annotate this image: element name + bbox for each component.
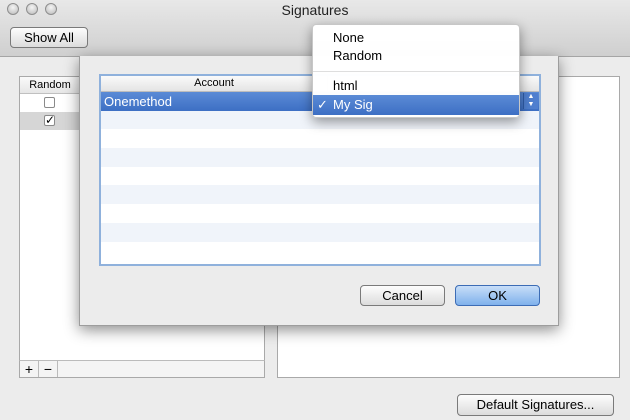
list-footer: + − (19, 360, 265, 378)
menu-item-my-sig[interactable]: ✓ My Sig (313, 95, 519, 115)
menu-separator (313, 71, 519, 72)
table-row (101, 148, 539, 167)
signature-popup-menu: None Random html ✓ My Sig (312, 24, 520, 118)
menu-item-none[interactable]: None (313, 29, 519, 47)
random-column-header: Random (20, 77, 81, 93)
default-signatures-button[interactable]: Default Signatures... (457, 394, 614, 416)
checkmark-icon: ✓ (317, 97, 328, 112)
table-row (101, 129, 539, 148)
window-title: Signatures (281, 2, 349, 18)
random-checkbox[interactable] (44, 97, 55, 108)
signature-popup-arrows-icon[interactable]: ▲ ▼ (523, 93, 538, 109)
table-row (101, 167, 539, 186)
ok-button[interactable]: OK (455, 285, 540, 306)
menu-item-random[interactable]: Random (313, 47, 519, 65)
account-column-header: Account (101, 76, 328, 91)
account-cell: Onemethod (104, 94, 172, 109)
table-row (101, 242, 539, 261)
remove-button[interactable]: − (39, 361, 58, 377)
table-row (101, 204, 539, 223)
menu-item-html[interactable]: html (313, 77, 519, 95)
table-row (101, 222, 539, 242)
random-checkbox-checked[interactable]: ✓ (44, 114, 55, 126)
show-all-button[interactable]: Show All (10, 27, 88, 48)
add-button[interactable]: + (20, 361, 39, 377)
cancel-button[interactable]: Cancel (360, 285, 445, 306)
menu-item-label: My Sig (333, 97, 373, 112)
table-row (101, 185, 539, 205)
